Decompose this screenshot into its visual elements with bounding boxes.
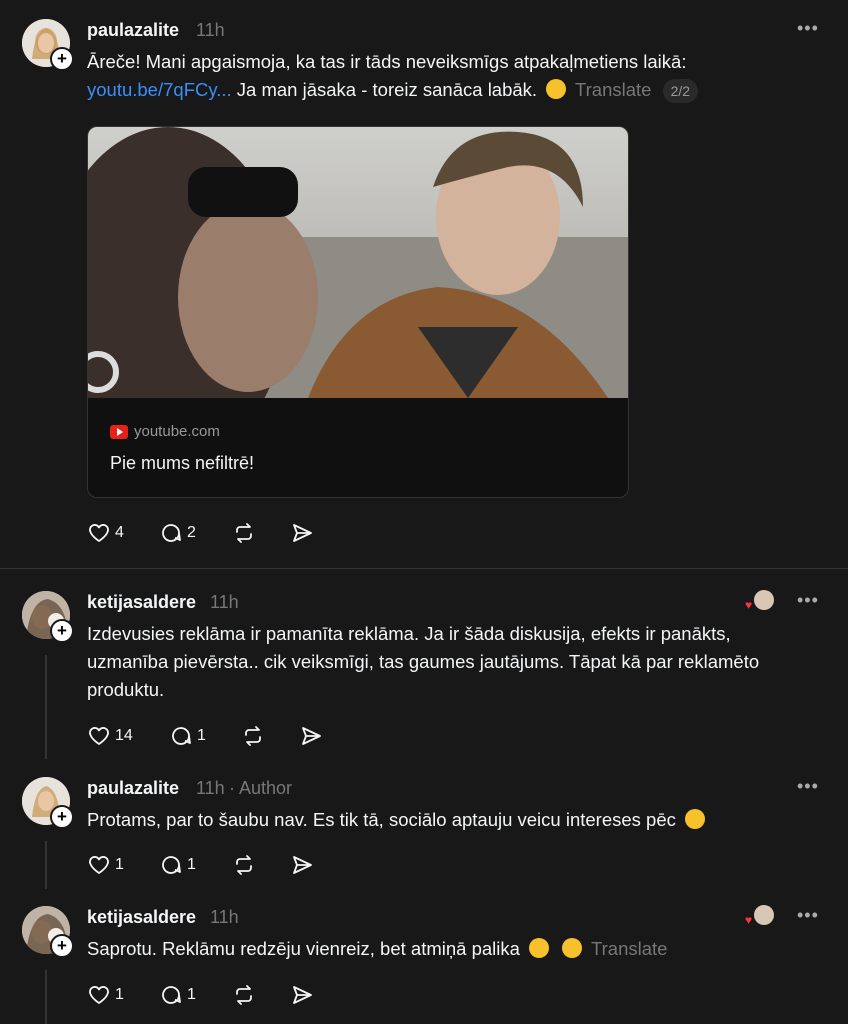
translate-link[interactable]: Translate bbox=[575, 79, 651, 100]
share-button[interactable] bbox=[290, 853, 314, 877]
post-text: Protams, par to šaubu nav. Es tik tā, so… bbox=[87, 806, 807, 834]
post-text: Saprotu. Reklāmu redzēju vienreiz, bet a… bbox=[87, 935, 807, 963]
username[interactable]: paulazalite bbox=[87, 778, 179, 799]
repost-button[interactable] bbox=[232, 983, 256, 1007]
card-domain: youtube.com bbox=[110, 423, 220, 440]
like-button[interactable]: 1 bbox=[87, 983, 124, 1007]
reply-count: 1 bbox=[187, 986, 196, 1003]
thread-line bbox=[45, 841, 47, 889]
repost-icon bbox=[245, 726, 261, 746]
timestamp: 11h bbox=[196, 20, 225, 40]
share-button[interactable] bbox=[290, 521, 314, 545]
like-button[interactable]: 4 bbox=[87, 521, 124, 545]
share-icon bbox=[302, 727, 321, 745]
action-bar: 1 1 bbox=[87, 853, 347, 881]
translate-link[interactable]: Translate bbox=[591, 938, 667, 959]
username[interactable]: ketijasaldere bbox=[87, 592, 196, 613]
username[interactable]: paulazalite bbox=[87, 20, 179, 41]
card-domain-text: youtube.com bbox=[134, 423, 220, 440]
heart-icon bbox=[89, 524, 109, 542]
author-badge: · Author bbox=[229, 778, 293, 798]
laughing-emoji-icon bbox=[685, 809, 706, 829]
post-text-line1: Āreče! Mani apgaismoja, ka tas ir tāds n… bbox=[87, 51, 687, 72]
liked-by-avatar bbox=[754, 905, 774, 925]
like-button[interactable]: 1 bbox=[87, 853, 124, 877]
action-bar: 4 2 bbox=[87, 521, 347, 549]
reply-count: 1 bbox=[197, 727, 206, 744]
youtube-link[interactable]: youtu.be/7qFCy... bbox=[87, 79, 232, 100]
timestamp: 11h bbox=[210, 907, 239, 927]
liked-by-author-heart-icon: ♥ bbox=[745, 913, 753, 927]
action-bar: 1 1 bbox=[87, 983, 347, 1011]
youtube-icon bbox=[110, 424, 128, 439]
more-icon[interactable]: ••• bbox=[797, 905, 819, 926]
repost-icon bbox=[236, 523, 252, 543]
share-button[interactable] bbox=[299, 724, 323, 748]
comment-icon bbox=[162, 986, 181, 1004]
follow-plus-icon[interactable]: + bbox=[50, 805, 74, 829]
follow-plus-icon[interactable]: + bbox=[50, 619, 74, 643]
thread-divider bbox=[0, 568, 848, 569]
repost-icon bbox=[236, 985, 252, 1005]
heart-icon bbox=[89, 727, 109, 745]
repost-button[interactable] bbox=[232, 853, 256, 877]
reply-button[interactable]: 2 bbox=[159, 521, 196, 545]
repost-button[interactable] bbox=[232, 521, 256, 545]
more-icon[interactable]: ••• bbox=[797, 18, 819, 39]
like-count: 4 bbox=[115, 524, 124, 541]
smiling-hearts-emoji-icon bbox=[529, 938, 550, 958]
hand-over-mouth-emoji-icon bbox=[562, 938, 583, 958]
reply-count: 1 bbox=[187, 856, 196, 873]
share-icon bbox=[293, 986, 312, 1004]
share-icon bbox=[293, 524, 312, 542]
follow-plus-icon[interactable]: + bbox=[50, 934, 74, 958]
liked-by-avatar bbox=[754, 590, 774, 610]
username[interactable]: ketijasaldere bbox=[87, 907, 196, 928]
share-button[interactable] bbox=[290, 983, 314, 1007]
reply-count: 2 bbox=[187, 524, 196, 541]
page-indicator: 2/2 bbox=[662, 79, 699, 103]
link-preview-card[interactable]: youtube.com Pie mums nefiltrē! bbox=[87, 126, 629, 498]
comment-icon bbox=[162, 524, 181, 542]
laughing-emoji-icon bbox=[546, 79, 567, 99]
post-text-body: Saprotu. Reklāmu redzēju vienreiz, bet a… bbox=[87, 938, 520, 959]
reply-button[interactable]: 1 bbox=[159, 983, 196, 1007]
like-button[interactable]: 14 bbox=[87, 724, 133, 748]
post-text-body: Protams, par to šaubu nav. Es tik tā, so… bbox=[87, 809, 676, 830]
timestamp: 11h bbox=[210, 592, 239, 612]
repost-icon bbox=[236, 855, 252, 875]
timestamp: 11h bbox=[196, 778, 225, 798]
like-count: 1 bbox=[115, 986, 124, 1003]
like-count: 1 bbox=[115, 856, 124, 873]
liked-by-author-heart-icon: ♥ bbox=[745, 598, 753, 612]
post-text: Āreče! Mani apgaismoja, ka tas ir tāds n… bbox=[87, 48, 807, 104]
repost-button[interactable] bbox=[241, 724, 265, 748]
card-title: Pie mums nefiltrē! bbox=[110, 453, 255, 473]
reply-button[interactable]: 1 bbox=[169, 724, 206, 748]
more-icon[interactable]: ••• bbox=[797, 590, 819, 611]
comment-icon bbox=[162, 856, 181, 874]
heart-icon bbox=[89, 856, 109, 874]
more-icon[interactable]: ••• bbox=[797, 776, 819, 797]
action-bar: 14 1 bbox=[87, 724, 347, 752]
post-text: Izdevusies reklāma ir pamanīta reklāma. … bbox=[87, 623, 760, 700]
video-thumbnail bbox=[88, 127, 628, 467]
thread-line bbox=[45, 970, 47, 1024]
post-text-line2: Ja man jāsaka - toreiz sanāca labāk. bbox=[231, 79, 538, 100]
share-icon bbox=[293, 856, 312, 874]
heart-icon bbox=[89, 986, 109, 1004]
like-count: 14 bbox=[115, 727, 133, 744]
comment-icon bbox=[172, 727, 191, 745]
thread-line bbox=[45, 655, 47, 759]
reply-button[interactable]: 1 bbox=[159, 853, 196, 877]
follow-plus-icon[interactable]: + bbox=[50, 47, 74, 71]
